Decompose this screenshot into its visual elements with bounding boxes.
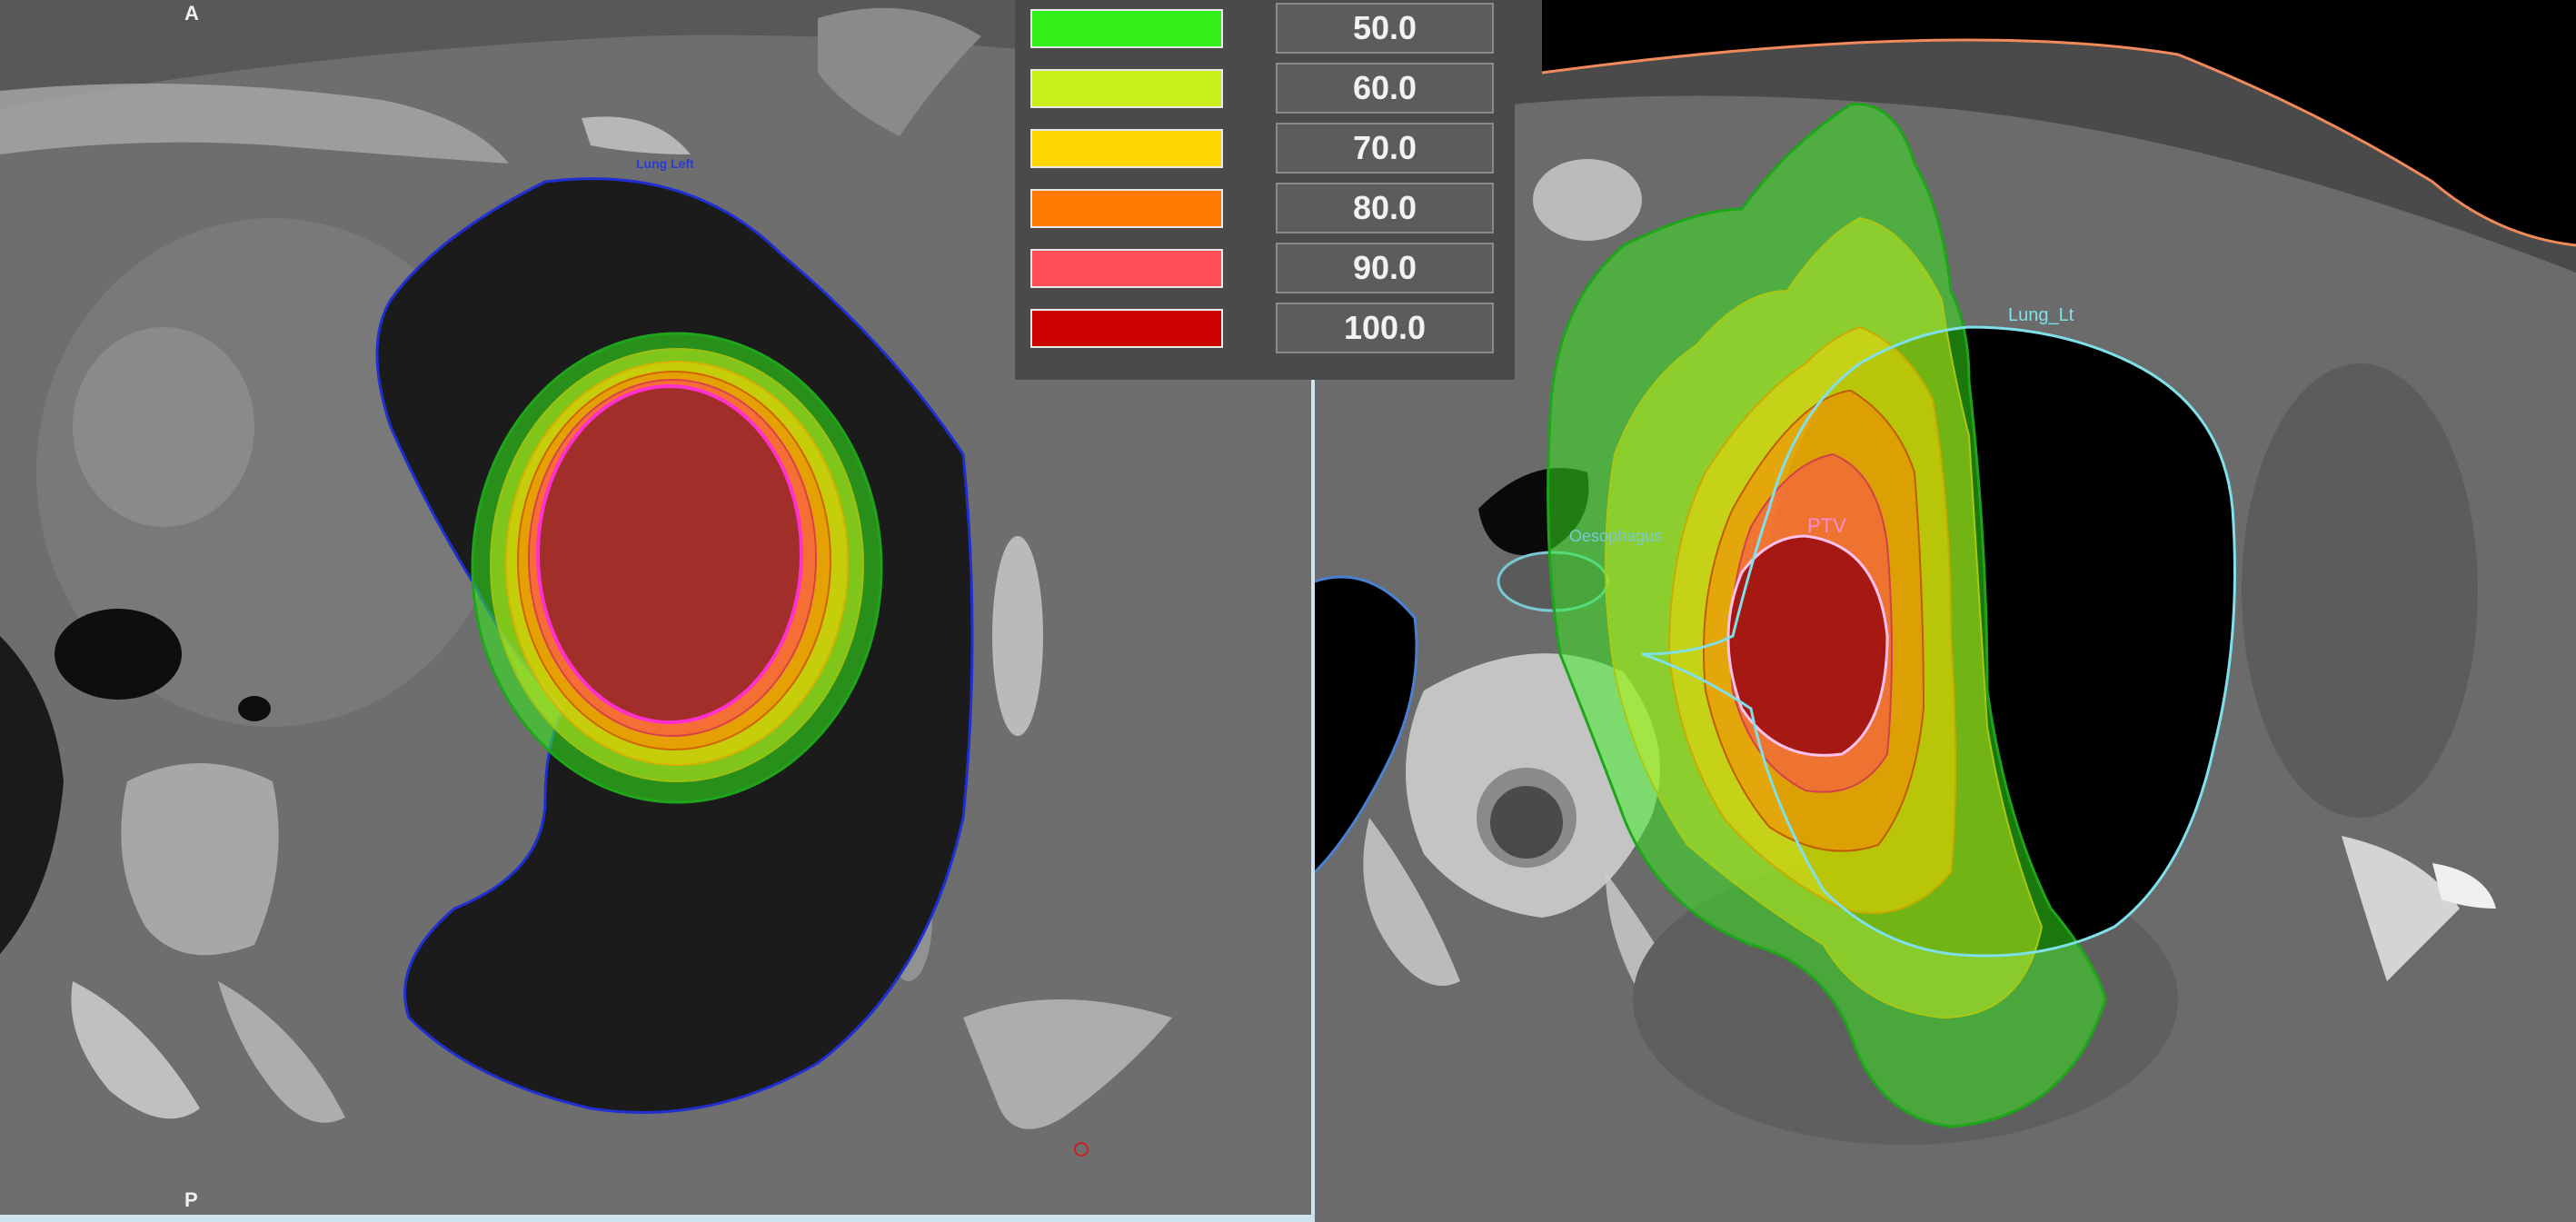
legend-value: 80.0 xyxy=(1276,183,1494,233)
legend-swatch xyxy=(1030,129,1223,168)
legend-swatch xyxy=(1030,69,1223,108)
legend-swatch xyxy=(1030,9,1223,48)
legend-item[interactable]: 90.0 xyxy=(1015,240,1515,300)
lung-lt-label: Lung_Lt xyxy=(2008,305,2074,325)
orientation-posterior: P xyxy=(184,1188,198,1211)
legend-item[interactable]: 100.0 xyxy=(1015,300,1515,360)
lung-left-label: Lung Left xyxy=(636,156,694,171)
orientation-anterior: A xyxy=(184,2,199,25)
legend-item[interactable]: 80.0 xyxy=(1015,180,1515,240)
legend-item[interactable]: 70.0 xyxy=(1015,120,1515,180)
legend-item[interactable]: 60.0 xyxy=(1015,60,1515,120)
legend-swatch xyxy=(1030,189,1223,228)
bottom-strip xyxy=(0,1215,1311,1222)
legend-value: 100.0 xyxy=(1276,303,1494,353)
legend-value: 50.0 xyxy=(1276,3,1494,54)
esophagus-label: Oesophagus xyxy=(1569,527,1663,545)
legend-value: 60.0 xyxy=(1276,63,1494,114)
legend-swatch xyxy=(1030,249,1223,288)
ptv-label: PTV xyxy=(1807,514,1846,537)
legend-value: 90.0 xyxy=(1276,243,1494,293)
legend-swatch xyxy=(1030,309,1223,348)
legend-value: 70.0 xyxy=(1276,123,1494,174)
isodose-legend: 50.0 60.0 70.0 80.0 90.0 100.0 xyxy=(1015,0,1515,380)
legend-item[interactable]: 50.0 xyxy=(1015,0,1515,60)
